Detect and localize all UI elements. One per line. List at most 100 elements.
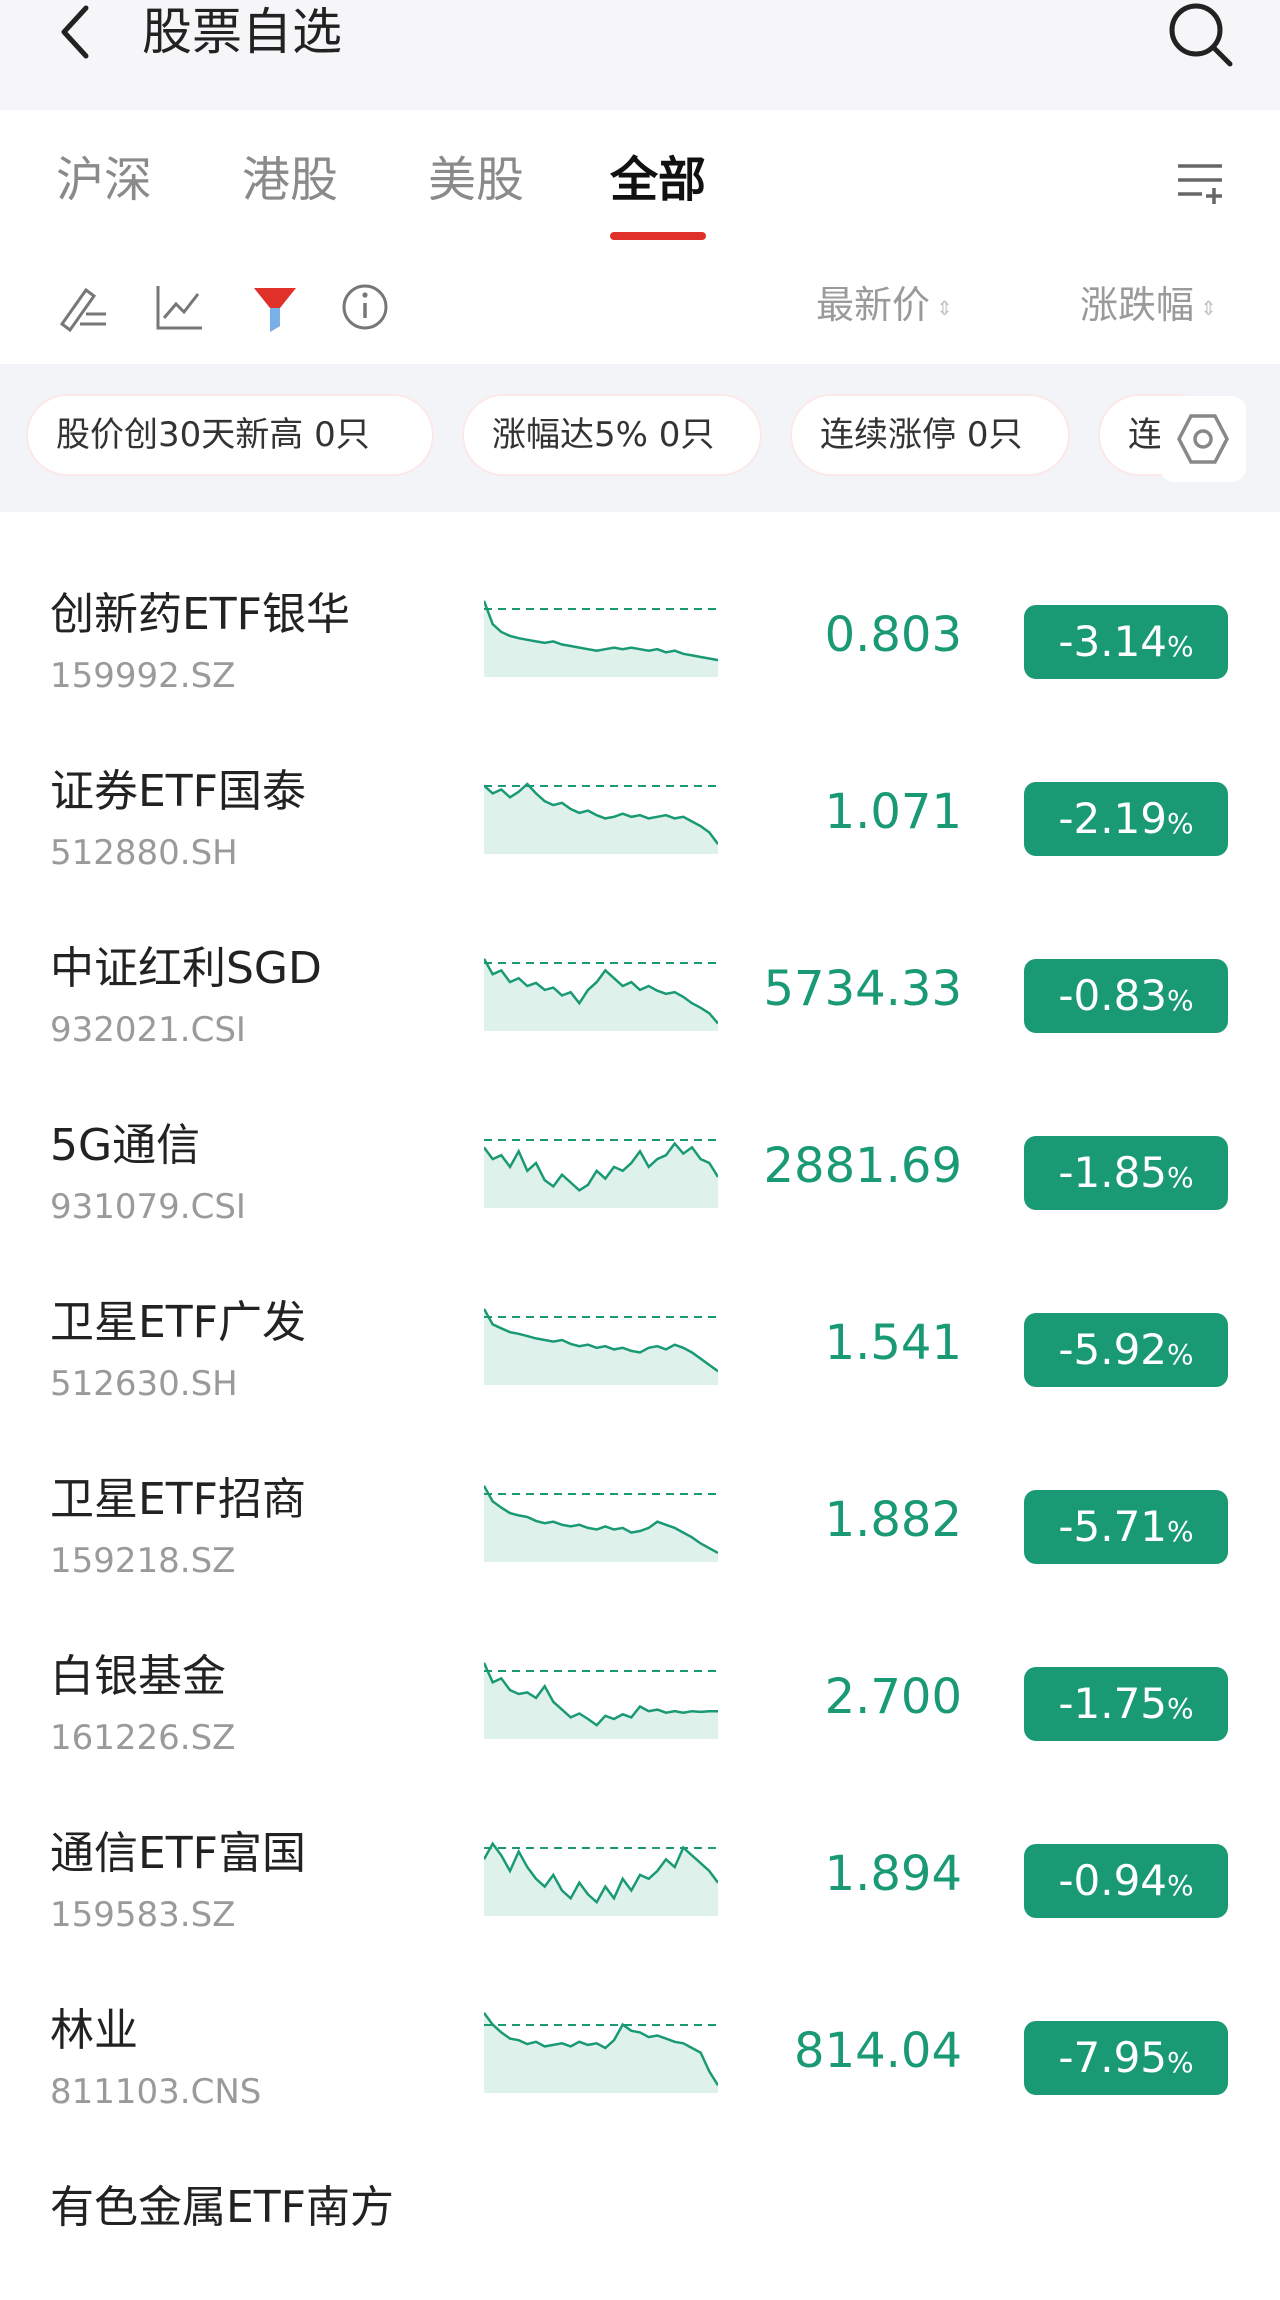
change-value: -5.71 bbox=[1058, 1502, 1168, 1551]
percent-sign: % bbox=[1167, 807, 1194, 840]
stock-code: 932021.CSI bbox=[50, 1010, 246, 1050]
stock-name: 通信ETF富国 bbox=[50, 1828, 306, 1879]
stock-code: 512630.SH bbox=[50, 1364, 238, 1404]
info-icon[interactable] bbox=[338, 280, 392, 334]
latest-price: 1.071 bbox=[824, 784, 962, 840]
stock-row[interactable]: 中证红利SGD 932021.CSI 5734.33 -0.83% bbox=[0, 919, 1280, 1096]
latest-price: 2881.69 bbox=[763, 1138, 963, 1194]
change-badge[interactable]: -1.85% bbox=[1024, 1136, 1228, 1210]
percent-sign: % bbox=[1167, 2046, 1194, 2079]
filter-chip-limit-up[interactable]: 连续涨停 0只 bbox=[790, 394, 1070, 476]
intraday-sparkline bbox=[484, 1308, 718, 1385]
change-column-header[interactable]: 涨跌幅 ⇕ bbox=[1080, 278, 1217, 335]
stock-code: 588000.SH bbox=[50, 512, 238, 522]
stock-name: 白银基金 bbox=[50, 1651, 226, 1702]
percent-sign: % bbox=[1167, 1692, 1194, 1725]
intraday-sparkline bbox=[484, 782, 718, 854]
top-bar: 股票自选 bbox=[0, 0, 1280, 110]
percent-sign: % bbox=[1167, 1161, 1194, 1194]
stock-name: 中证红利SGD bbox=[50, 943, 322, 994]
latest-price: 1.882 bbox=[824, 1492, 962, 1548]
sparkline-area bbox=[484, 784, 718, 854]
tab-ganggu[interactable]: 港股 bbox=[242, 140, 338, 220]
change-badge[interactable]: -5.92% bbox=[1024, 1313, 1228, 1387]
latest-price: 2.700 bbox=[824, 1669, 962, 1725]
change-badge[interactable]: -7.95% bbox=[1024, 2021, 1228, 2095]
intraday-sparkline bbox=[484, 1841, 718, 1916]
intraday-sparkline bbox=[484, 600, 718, 677]
intraday-sparkline bbox=[484, 1139, 718, 1208]
latest-price: 1.894 bbox=[824, 1846, 962, 1902]
intraday-sparkline bbox=[484, 958, 718, 1031]
sort-icon: ⇕ bbox=[936, 295, 953, 320]
sparkline-area bbox=[484, 1485, 718, 1562]
change-badge[interactable]: -0.83% bbox=[1024, 959, 1228, 1033]
tab-all[interactable]: 全部 bbox=[610, 140, 706, 220]
sparkline-area bbox=[484, 1662, 718, 1739]
change-value: -2.19 bbox=[1058, 794, 1168, 843]
change-badge[interactable]: -2.19% bbox=[1024, 782, 1228, 856]
change-value: -7.95 bbox=[1058, 2033, 1168, 2082]
percent-sign: % bbox=[1167, 1869, 1194, 1902]
filter-chip-gain-5pct[interactable]: 涨幅达5% 0只 bbox=[462, 394, 762, 476]
intraday-sparkline bbox=[484, 1662, 718, 1739]
stock-row[interactable]: 证券ETF国泰 512880.SH 1.071 -2.19% bbox=[0, 742, 1280, 919]
filter-chip-label: 连 bbox=[1128, 415, 1162, 455]
stock-code: 811103.CNS bbox=[50, 2072, 262, 2112]
filter-chip-count: 0只 bbox=[966, 415, 1023, 455]
change-value: -3.14 bbox=[1058, 617, 1168, 666]
stock-row[interactable]: 有色金属ETF南方 bbox=[0, 2158, 1280, 2300]
stock-code: 931079.CSI bbox=[50, 1187, 246, 1227]
change-value: -5.92 bbox=[1058, 1325, 1168, 1374]
stock-name: 卫星ETF广发 bbox=[50, 1297, 306, 1348]
stock-code: 159583.SZ bbox=[50, 1895, 236, 1935]
latest-price: 0.803 bbox=[824, 607, 962, 663]
filter-chip-30day-high[interactable]: 股价创30天新高 0只 bbox=[26, 394, 434, 476]
percent-sign: % bbox=[1167, 1515, 1194, 1548]
filter-chip-label: 连续涨停 bbox=[820, 415, 956, 455]
stock-row[interactable]: 卫星ETF广发 512630.SH 1.541 -5.92% bbox=[0, 1273, 1280, 1450]
stock-row[interactable]: 创新药ETF银华 159992.SZ 0.803 -3.14% bbox=[0, 565, 1280, 742]
stock-row[interactable]: 科创50ETF华夏588000.SH1.815-2.68% bbox=[0, 512, 1280, 565]
trend-chart-icon[interactable] bbox=[152, 280, 206, 334]
percent-sign: % bbox=[1167, 630, 1194, 663]
stock-row[interactable]: 林业 811103.CNS 814.04 -7.95% bbox=[0, 1981, 1280, 2158]
search-icon[interactable] bbox=[1166, 0, 1236, 70]
tab-hushen[interactable]: 沪深 bbox=[56, 140, 152, 220]
active-tab-indicator bbox=[610, 232, 706, 240]
change-badge[interactable]: -1.75% bbox=[1024, 1667, 1228, 1741]
filter-chip-label: 涨幅达5% bbox=[492, 415, 648, 455]
stock-list: 科创50ETF华夏588000.SH1.815-2.68% 创新药ETF银华 159… bbox=[0, 512, 1280, 2300]
change-badge[interactable]: -5.71% bbox=[1024, 1490, 1228, 1564]
change-value: -0.83 bbox=[1058, 971, 1168, 1020]
quick-filter-bar: 股价创30天新高 0只 涨幅达5% 0只 连续涨停 0只 连 bbox=[0, 364, 1280, 512]
change-badge[interactable]: -3.14% bbox=[1024, 605, 1228, 679]
change-value: -0.94 bbox=[1058, 1856, 1168, 1905]
tab-meigu[interactable]: 美股 bbox=[428, 140, 524, 220]
settings-hex-icon bbox=[1177, 414, 1229, 464]
price-column-header[interactable]: 最新价 ⇕ bbox=[816, 278, 953, 335]
intraday-sparkline bbox=[484, 1485, 718, 1562]
stock-name: 有色金属ETF南方 bbox=[50, 2182, 394, 2233]
stock-row[interactable]: 卫星ETF招商 159218.SZ 1.882 -5.71% bbox=[0, 1450, 1280, 1627]
stock-name: 创新药ETF银华 bbox=[50, 589, 350, 640]
stock-row[interactable]: 通信ETF富国 159583.SZ 1.894 -0.94% bbox=[0, 1804, 1280, 1981]
change-value: -1.85 bbox=[1058, 1148, 1168, 1197]
edit-list-icon[interactable] bbox=[56, 280, 110, 334]
intraday-sparkline bbox=[484, 2012, 718, 2093]
stock-row[interactable]: 白银基金 161226.SZ 2.700 -1.75% bbox=[0, 1627, 1280, 1804]
price-column-label: 最新价 bbox=[816, 283, 931, 327]
filter-icon[interactable] bbox=[248, 280, 302, 334]
menu-add-icon[interactable] bbox=[1176, 158, 1226, 206]
change-badge[interactable]: -0.94% bbox=[1024, 1844, 1228, 1918]
stock-row[interactable]: 5G通信 931079.CSI 2881.69 -1.85% bbox=[0, 1096, 1280, 1273]
percent-sign: % bbox=[1167, 1338, 1194, 1371]
filter-chip-label: 股价创30天新高 bbox=[56, 415, 304, 455]
sort-icon: ⇕ bbox=[1200, 295, 1217, 320]
back-icon[interactable] bbox=[52, 2, 102, 62]
filter-settings-button[interactable] bbox=[1160, 396, 1246, 482]
stock-code: 161226.SZ bbox=[50, 1718, 236, 1758]
change-column-label: 涨跌幅 bbox=[1080, 283, 1195, 327]
filter-chip-count: 0只 bbox=[658, 415, 715, 455]
stock-code: 159218.SZ bbox=[50, 1541, 236, 1581]
